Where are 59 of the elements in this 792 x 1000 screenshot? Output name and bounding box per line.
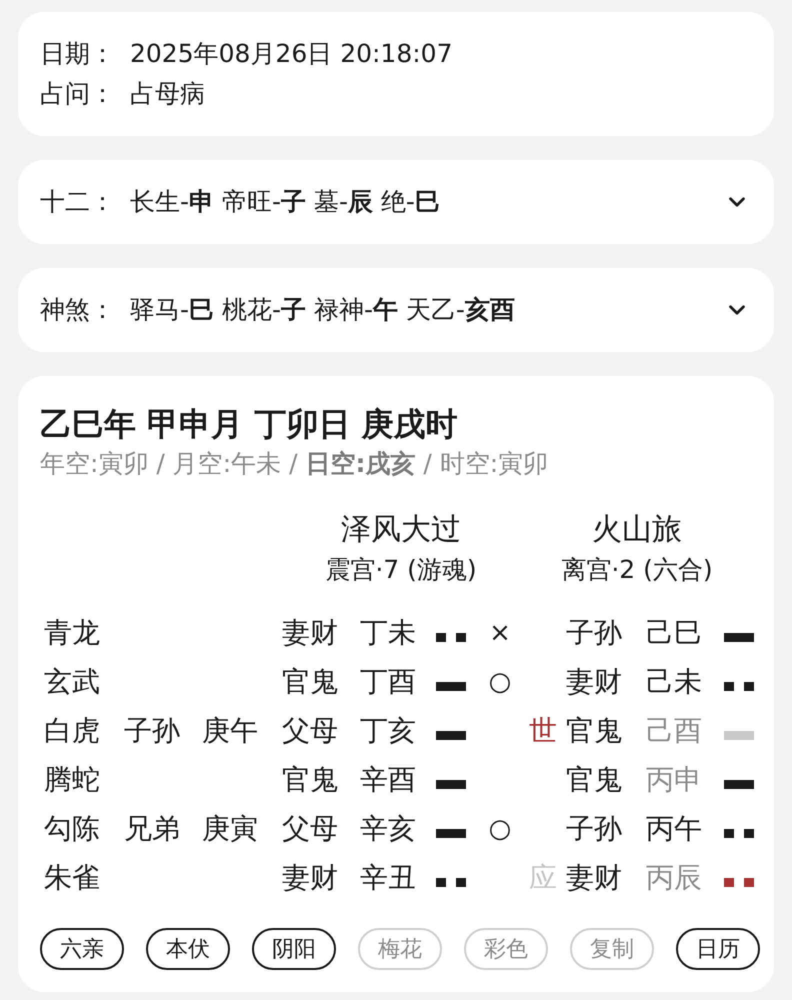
spirit-text: 朱雀 <box>44 860 101 896</box>
toggle-chip[interactable]: 六亲 <box>40 928 124 970</box>
spirit-text: 白虎 <box>44 712 101 748</box>
field-value: 2025年08月26日 20:18:07 <box>130 38 452 70</box>
moving-mark: ○ <box>488 814 512 844</box>
collapsible-panel[interactable]: 十二： 长生-申 帝旺-子 墓-辰 绝-巳 <box>18 160 774 244</box>
spirit-text: 青龙 <box>44 614 101 650</box>
branch-text: 己巳 <box>646 614 703 650</box>
branch-text: 丙申 <box>646 762 703 798</box>
field-label: 日期： <box>40 38 116 70</box>
moving-mark: × <box>488 618 512 648</box>
collapsible-panel[interactable]: 神煞： 驿马-巳 桃花-子 禄神-午 天乙-亥酉 <box>18 268 774 352</box>
branch-text: 辛丑 <box>360 860 417 896</box>
branch-text: 丁酉 <box>360 664 417 700</box>
hidden-relative-text: 兄弟 <box>124 810 181 846</box>
relative-text: 妻财 <box>282 614 339 650</box>
branch-text: 丁未 <box>360 614 417 650</box>
relative-text: 官鬼 <box>282 664 339 700</box>
hidden-branch-text: 庚午 <box>202 712 259 748</box>
relative-text: 官鬼 <box>566 762 623 798</box>
spirit-text: 腾蛇 <box>44 762 101 798</box>
hexagram-name: 泽风大过 <box>341 511 461 549</box>
hexagram-palace: 震宫·7 (游魂) <box>325 554 477 586</box>
branch-text: 己未 <box>646 664 703 700</box>
spirit-text: 玄武 <box>44 664 101 700</box>
toggle-chip[interactable]: 本伏 <box>146 928 230 970</box>
panel-text: 长生-申 帝旺-子 墓-辰 绝-巳 <box>130 186 440 218</box>
branch-text: 丙午 <box>646 810 703 846</box>
relative-text: 妻财 <box>566 664 623 700</box>
void-branches-text: 年空:寅卯 / 月空:午未 / 日空:戌亥 / 时空:寅卯 <box>40 448 550 480</box>
branch-text: 己酉 <box>646 712 703 748</box>
hexagram-palace: 离宫·2 (六合) <box>561 554 713 586</box>
relative-text: 官鬼 <box>282 762 339 798</box>
field-label: 占问： <box>40 78 116 110</box>
relative-text: 妻财 <box>566 860 623 896</box>
relative-text: 子孙 <box>566 810 623 846</box>
relative-text: 子孙 <box>566 614 623 650</box>
relative-text: 父母 <box>282 810 339 846</box>
branch-text: 丙辰 <box>646 860 703 896</box>
moving-mark: ○ <box>488 666 512 696</box>
hidden-branch-text: 庚寅 <box>202 810 259 846</box>
panel-label: 神煞： <box>40 294 116 326</box>
relative-text: 官鬼 <box>566 712 623 748</box>
ganzhi-title: 乙巳年 甲申月 丁卯日 庚戌时 <box>40 404 458 445</box>
toggle-chip[interactable]: 日历 <box>676 928 760 970</box>
branch-text: 辛亥 <box>360 810 417 846</box>
spirit-text: 勾陈 <box>44 810 101 846</box>
hidden-relative-text: 子孙 <box>124 712 181 748</box>
panel-label: 十二： <box>40 186 116 218</box>
field-value: 占母病 <box>130 78 205 110</box>
hexagram-name: 火山旅 <box>592 511 682 549</box>
relative-text: 父母 <box>282 712 339 748</box>
position-mark: 世 <box>528 712 558 748</box>
branch-text: 辛酉 <box>360 762 417 798</box>
relative-text: 妻财 <box>282 860 339 896</box>
branch-text: 丁亥 <box>360 712 417 748</box>
panel-text: 驿马-巳 桃花-子 禄神-午 天乙-亥酉 <box>130 294 515 326</box>
position-mark: 应 <box>528 860 558 896</box>
toggle-chip[interactable]: 阴阳 <box>252 928 336 970</box>
